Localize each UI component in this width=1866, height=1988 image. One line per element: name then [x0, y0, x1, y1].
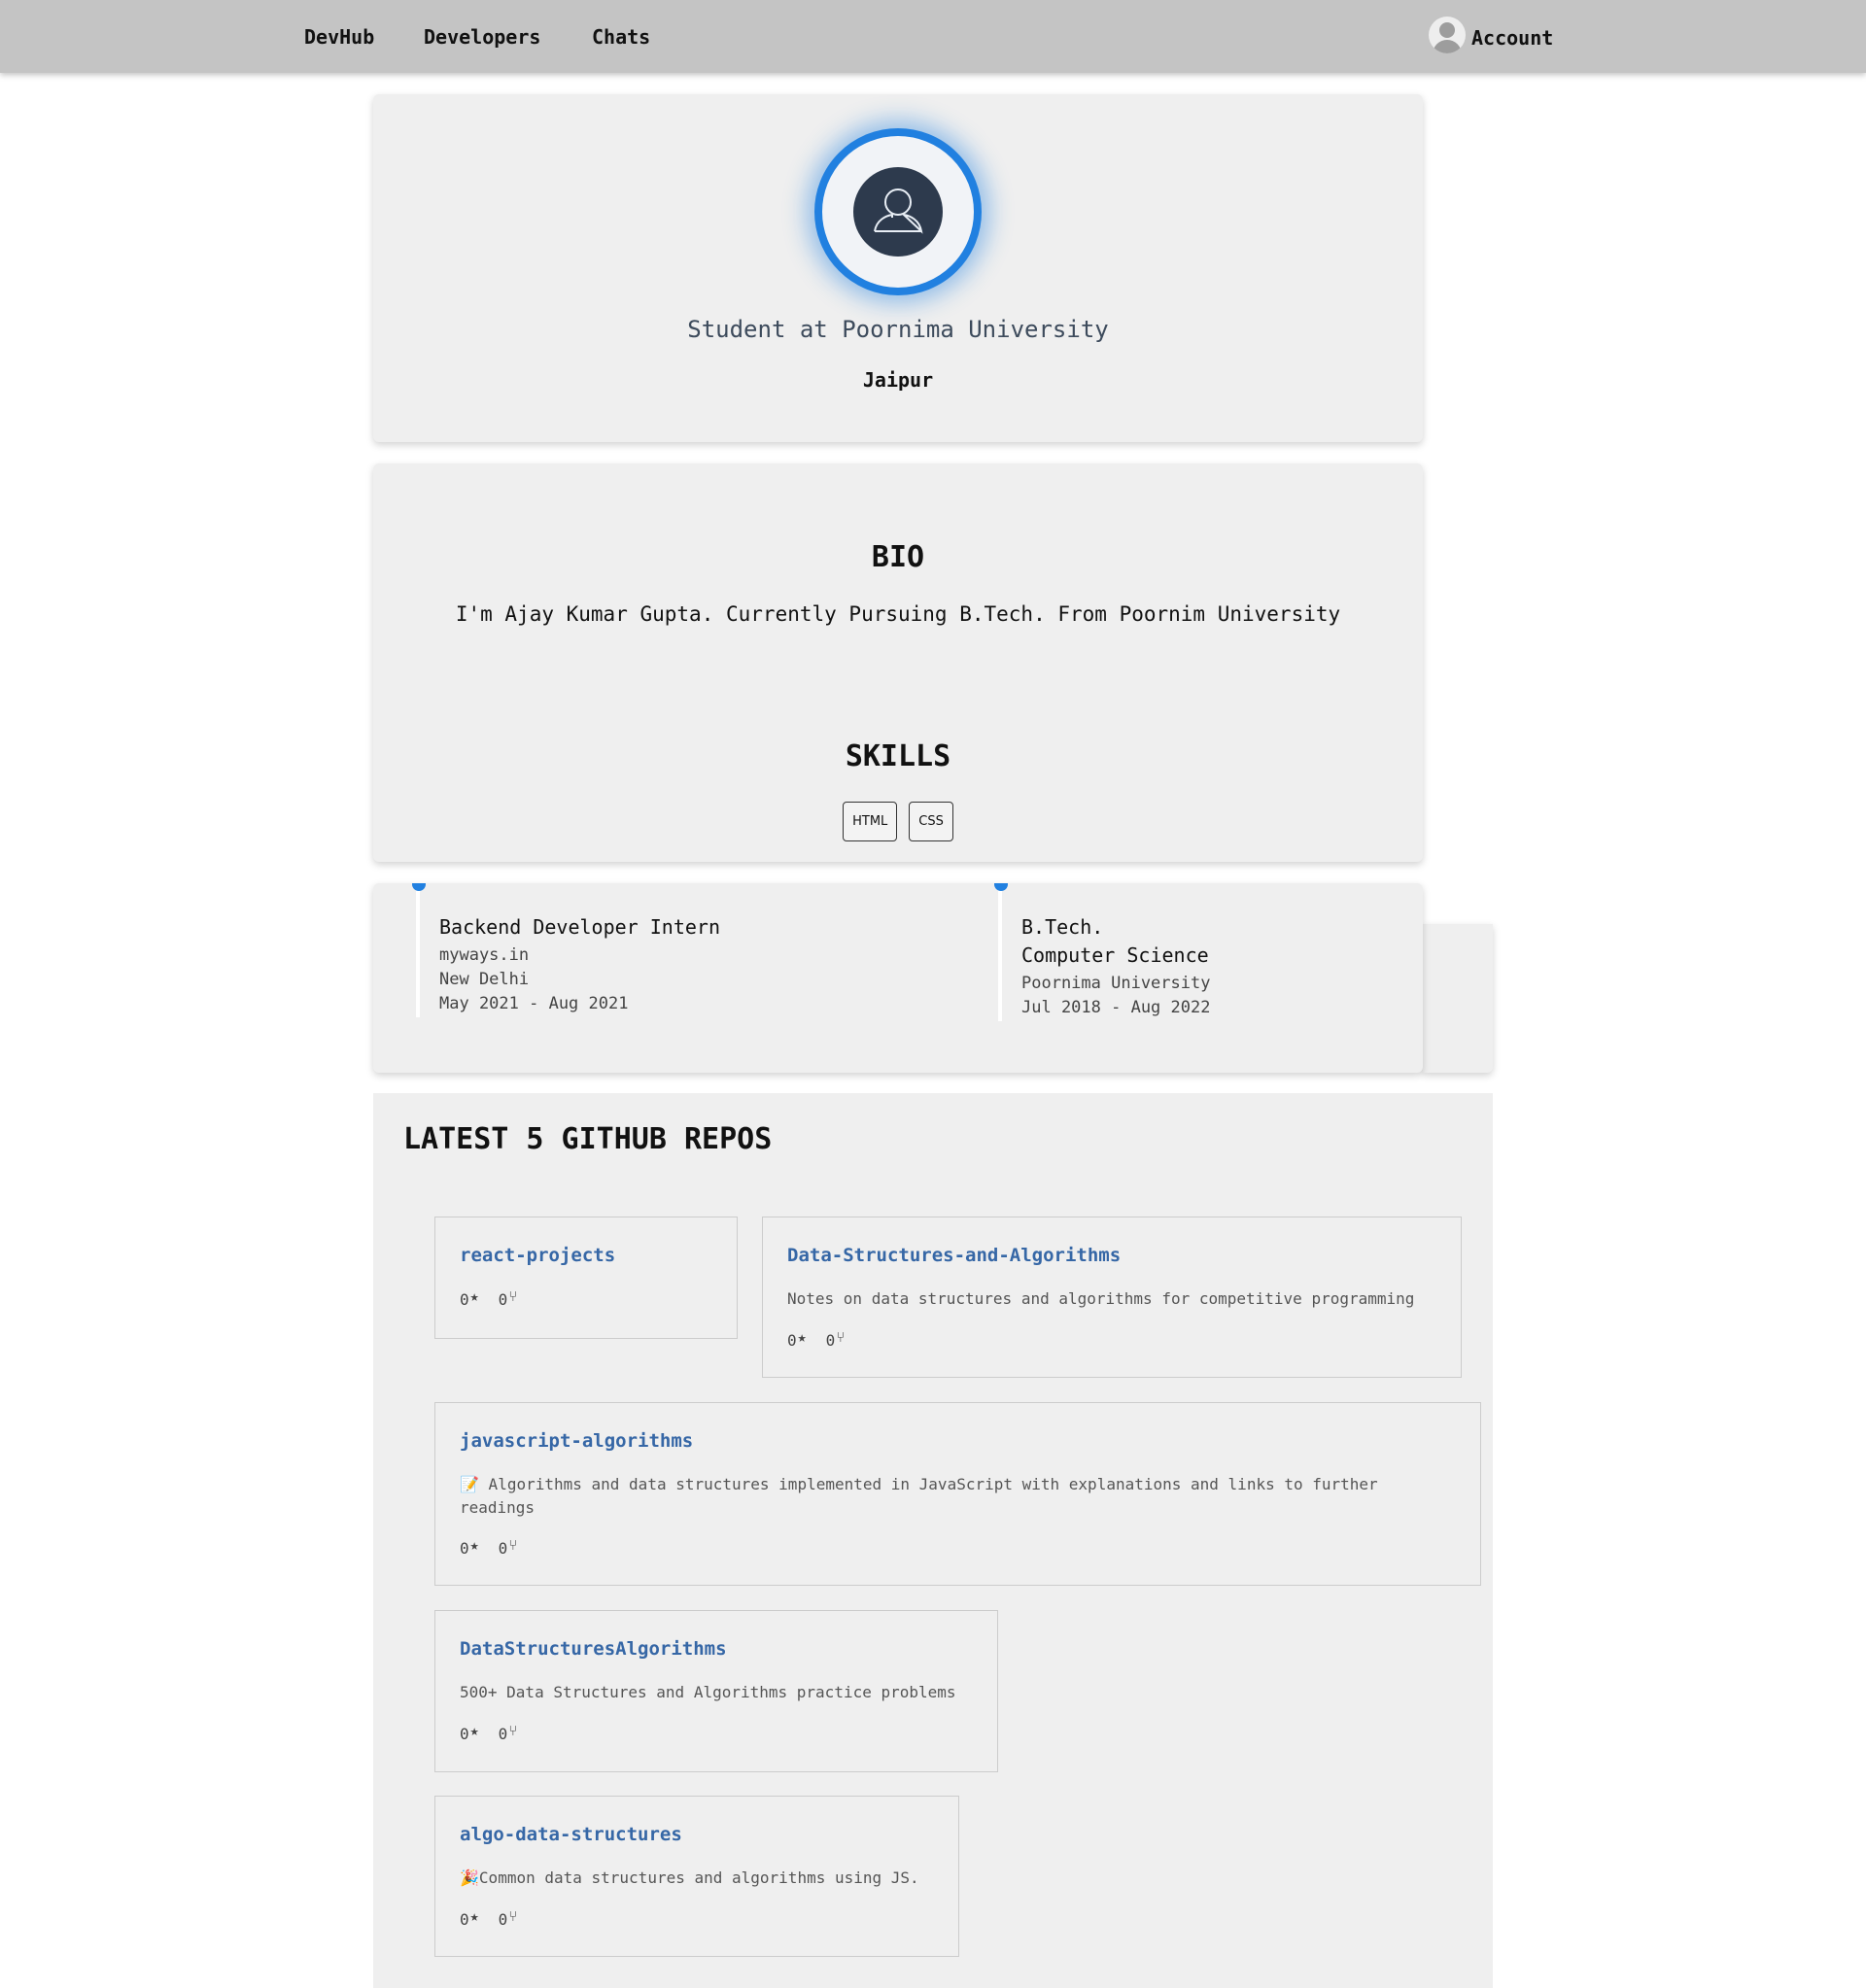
experience-location: New Delhi: [439, 970, 530, 989]
repo-stars: 0★: [787, 1328, 807, 1350]
repo-stats: 0★ 0⑂: [460, 1287, 517, 1309]
repo-name-link[interactable]: Data-Structures-and-Algorithms: [787, 1245, 1121, 1266]
fork-icon: ⑂: [508, 1536, 518, 1554]
education-school: Poornima University: [1021, 974, 1211, 993]
repo-card: DataStructuresAlgorithms 500+ Data Struc…: [434, 1610, 998, 1772]
experience-title: Backend Developer Intern: [439, 915, 720, 939]
repo-stats: 0★ 0⑂: [460, 1722, 517, 1743]
repo-stars-count: 0: [787, 1331, 797, 1350]
bio-title: BIO: [871, 540, 925, 574]
timeline-dot-icon: [994, 883, 1008, 891]
account-avatar-icon: [1429, 17, 1466, 53]
skills-title: SKILLS: [845, 739, 951, 773]
repo-stars: 0★: [460, 1722, 479, 1743]
repo-stars-count: 0: [460, 1290, 469, 1309]
repo-description: 📝 Algorithms and data structures impleme…: [460, 1475, 1378, 1517]
repo-forks-count: 0: [498, 1290, 508, 1309]
star-icon: ★: [469, 1907, 479, 1925]
repo-card: algo-data-structures 🎉Common data struct…: [434, 1796, 959, 1957]
repo-name-link[interactable]: react-projects: [460, 1245, 615, 1266]
profile-card: Student at Poornima University Jaipur: [373, 94, 1423, 442]
repo-stars-count: 0: [460, 1910, 469, 1929]
education-degree: B.Tech.: [1021, 915, 1104, 939]
star-icon: ★: [469, 1536, 479, 1554]
repo-forks-count: 0: [825, 1331, 836, 1350]
repo-stats: 0★ 0⑂: [787, 1328, 845, 1350]
repo-forks-count: 0: [498, 1910, 508, 1929]
repo-forks: 0⑂: [499, 1287, 518, 1309]
skills-list: HTML CSS: [373, 802, 1423, 841]
repo-card: javascript-algorithms 📝 Algorithms and d…: [434, 1402, 1481, 1586]
repo-stars: 0★: [460, 1907, 479, 1929]
repo-forks: 0⑂: [826, 1328, 846, 1350]
star-icon: ★: [797, 1328, 807, 1346]
account-label: Account: [1471, 26, 1554, 50]
experience-dates: May 2021 - Aug 2021: [439, 994, 629, 1013]
repo-stars-count: 0: [460, 1539, 469, 1558]
repo-card: react-projects 0★ 0⑂: [434, 1217, 738, 1339]
repo-forks-count: 0: [498, 1725, 508, 1743]
profile-avatar: [814, 128, 982, 295]
nav-brand-link[interactable]: DevHub: [304, 25, 374, 49]
nav-developers-link[interactable]: Developers: [424, 25, 540, 49]
experience-company: myways.in: [439, 945, 530, 965]
fork-icon: ⑂: [836, 1328, 846, 1346]
bio-card: BIO I'm Ajay Kumar Gupta. Currently Purs…: [373, 463, 1423, 862]
navbar: DevHub Developers Chats Account: [0, 0, 1866, 73]
skill-badge: HTML: [843, 802, 898, 841]
account-menu[interactable]: Account: [1429, 17, 1553, 53]
skill-badge: CSS: [909, 802, 953, 841]
star-icon: ★: [469, 1287, 479, 1305]
fork-icon: ⑂: [508, 1287, 518, 1305]
repo-name-link[interactable]: javascript-algorithms: [460, 1430, 693, 1452]
repos-title: LATEST 5 GITHUB REPOS: [403, 1122, 773, 1156]
experience-card-edge: [1423, 924, 1493, 1073]
experience-timeline: Backend Developer Intern myways.in New D…: [412, 883, 720, 1017]
repo-forks: 0⑂: [499, 1536, 518, 1558]
bio-text: I'm Ajay Kumar Gupta. Currently Pursuing…: [455, 602, 1341, 626]
star-icon: ★: [469, 1722, 479, 1739]
repo-forks: 0⑂: [499, 1722, 518, 1743]
fork-icon: ⑂: [508, 1907, 518, 1925]
github-repos-section: LATEST 5 GITHUB REPOS react-projects 0★ …: [373, 1093, 1493, 1988]
fork-icon: ⑂: [508, 1722, 518, 1739]
repo-description: 🎉Common data structures and algorithms u…: [460, 1868, 919, 1887]
repo-stars-count: 0: [460, 1725, 469, 1743]
education-field: Computer Science: [1021, 943, 1209, 967]
timeline-dot-icon: [412, 883, 426, 891]
repo-description: Notes on data structures and algorithms …: [787, 1289, 1415, 1308]
repo-name-link[interactable]: DataStructuresAlgorithms: [460, 1638, 727, 1660]
repo-description: 500+ Data Structures and Algorithms prac…: [460, 1683, 956, 1701]
repo-name-link[interactable]: algo-data-structures: [460, 1824, 682, 1845]
repo-card: Data-Structures-and-Algorithms Notes on …: [762, 1217, 1462, 1378]
user-silhouette-icon: [853, 167, 943, 257]
profile-location: Jaipur: [862, 368, 934, 392]
repo-forks: 0⑂: [499, 1907, 518, 1929]
experience-education-card: Backend Developer Intern myways.in New D…: [373, 883, 1423, 1073]
education-timeline: B.Tech. Computer Science Poornima Univer…: [994, 883, 1210, 1021]
repo-stats: 0★ 0⑂: [460, 1536, 517, 1558]
education-dates: Jul 2018 - Aug 2022: [1021, 998, 1211, 1017]
profile-headline: Student at Poornima University: [687, 316, 1109, 343]
repo-stats: 0★ 0⑂: [460, 1907, 517, 1929]
repo-forks-count: 0: [498, 1539, 508, 1558]
repo-stars: 0★: [460, 1287, 479, 1309]
nav-chats-link[interactable]: Chats: [592, 25, 650, 49]
repo-stars: 0★: [460, 1536, 479, 1558]
